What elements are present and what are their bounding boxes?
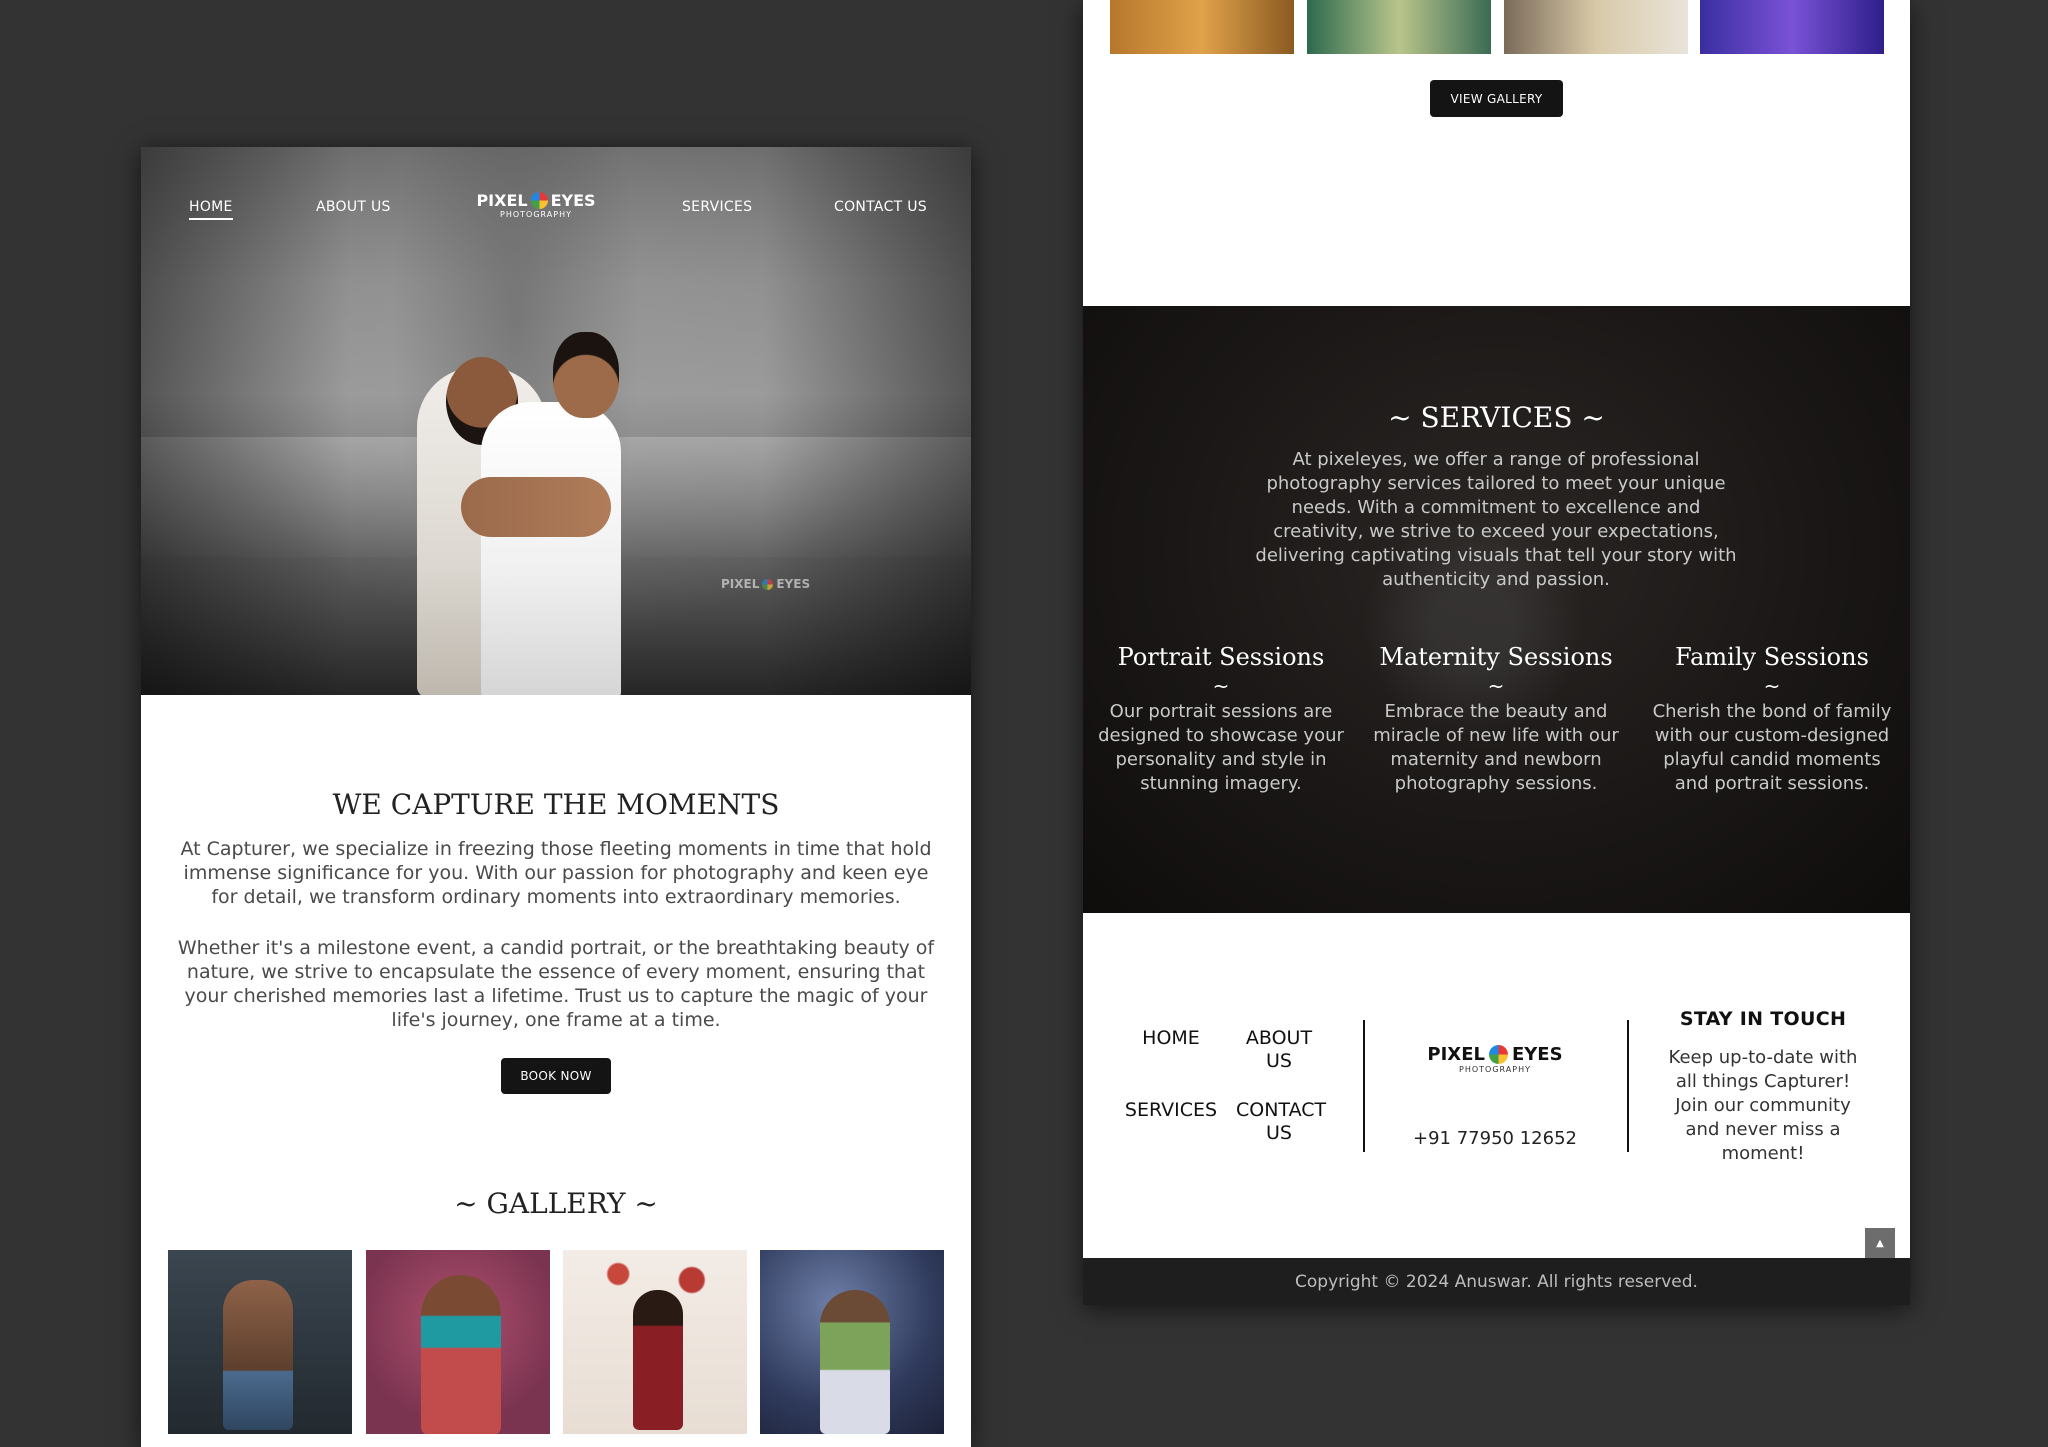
- copyright-bar: Copyright © 2024 Anuswar. All rights res…: [1083, 1258, 1910, 1305]
- intro-title: WE CAPTURE THE MOMENTS: [332, 788, 780, 821]
- hero-watermark-logo: PIXEL EYES: [721, 577, 811, 591]
- scroll-to-top-button[interactable]: ▲: [1865, 1228, 1895, 1258]
- service-tilde-family: ~: [1763, 674, 1781, 698]
- gallery-image-gym-portrait[interactable]: [168, 1250, 352, 1434]
- services-section: ~ SERVICES ~ At pixeleyes, we offer a ra…: [1083, 306, 1910, 913]
- gallery-image-event-portrait[interactable]: [1307, 0, 1491, 54]
- homepage-top-preview: PIXEL EYES HOME ABOUT US PIXEL EYES PHOT…: [141, 147, 971, 1447]
- footer-link-about-us[interactable]: ABOUT US: [1236, 1027, 1322, 1073]
- gallery-image-traditional-saree-portrait[interactable]: [366, 1250, 550, 1434]
- service-text-portrait: Our portrait sessions are designed to sh…: [1098, 701, 1344, 794]
- gallery-image-beach-floral-arch-portrait[interactable]: [563, 1250, 747, 1434]
- nav-contact-us[interactable]: CONTACT US: [834, 199, 927, 215]
- intro-paragraph-2: Whether it's a milestone event, a candid…: [177, 937, 935, 1031]
- footer-divider-left: [1363, 1020, 1365, 1152]
- intro-paragraph-1: At Capturer, we specialize in freezing t…: [180, 838, 932, 908]
- service-tilde-portrait: ~: [1212, 674, 1230, 698]
- camera-lens-icon: [1488, 1045, 1508, 1064]
- nav-home[interactable]: HOME: [189, 199, 233, 220]
- stay-in-touch-title: STAY IN TOUCH: [1679, 1008, 1847, 1030]
- service-title-maternity: Maternity Sessions: [1379, 643, 1613, 671]
- footer-logo[interactable]: PIXEL EYES PHOTOGRAPHY: [1420, 1044, 1570, 1074]
- service-title-family: Family Sessions: [1675, 643, 1869, 671]
- gallery-image-concert-lights[interactable]: [1700, 0, 1884, 54]
- footer-link-services[interactable]: SERVICES: [1121, 1099, 1221, 1122]
- service-tilde-maternity: ~: [1487, 674, 1505, 698]
- nav-about-us[interactable]: ABOUT US: [316, 199, 391, 215]
- camera-lens-icon: [762, 578, 774, 590]
- footer-link-contact-us[interactable]: CONTACT US: [1236, 1099, 1326, 1145]
- service-title-portrait: Portrait Sessions: [1117, 643, 1325, 671]
- gallery-image-stage-performance[interactable]: [1110, 0, 1294, 54]
- camera-lens-icon: [530, 192, 548, 209]
- view-gallery-button[interactable]: VIEW GALLERY: [1430, 80, 1563, 117]
- stay-in-touch-text: Keep up-to-date with all things Capturer…: [1668, 1047, 1858, 1164]
- footer-phone[interactable]: +91 77950 12652: [1395, 1128, 1595, 1149]
- hero-vignette: [141, 147, 971, 695]
- footer-divider-right: [1627, 1020, 1629, 1152]
- gallery-title: ~ GALLERY ~: [454, 1187, 658, 1220]
- gallery-image-fairy-lights-portrait[interactable]: [760, 1250, 944, 1434]
- nav-services[interactable]: SERVICES: [682, 199, 752, 215]
- caret-up-icon: ▲: [1876, 1237, 1884, 1249]
- service-text-maternity: Embrace the beauty and miracle of new li…: [1373, 701, 1619, 794]
- services-description: At pixeleyes, we offer a range of profes…: [1255, 449, 1737, 590]
- service-text-family: Cherish the bond of family with our cust…: [1652, 701, 1892, 794]
- gallery-image-outdoor-car-portrait[interactable]: [1504, 0, 1688, 54]
- hero-banner: PIXEL EYES HOME ABOUT US PIXEL EYES PHOT…: [141, 147, 971, 695]
- header-logo[interactable]: PIXEL EYES PHOTOGRAPHY: [471, 191, 601, 219]
- services-title: ~ SERVICES ~: [1388, 401, 1605, 434]
- footer-link-home[interactable]: HOME: [1123, 1027, 1219, 1050]
- book-now-button[interactable]: BOOK NOW: [501, 1058, 611, 1094]
- copyright-text: Copyright © 2024 Anuswar. All rights res…: [1295, 1271, 1698, 1292]
- homepage-bottom-preview: VIEW GALLERY ~ SERVICES ~ At pixeleyes, …: [1083, 0, 1910, 1305]
